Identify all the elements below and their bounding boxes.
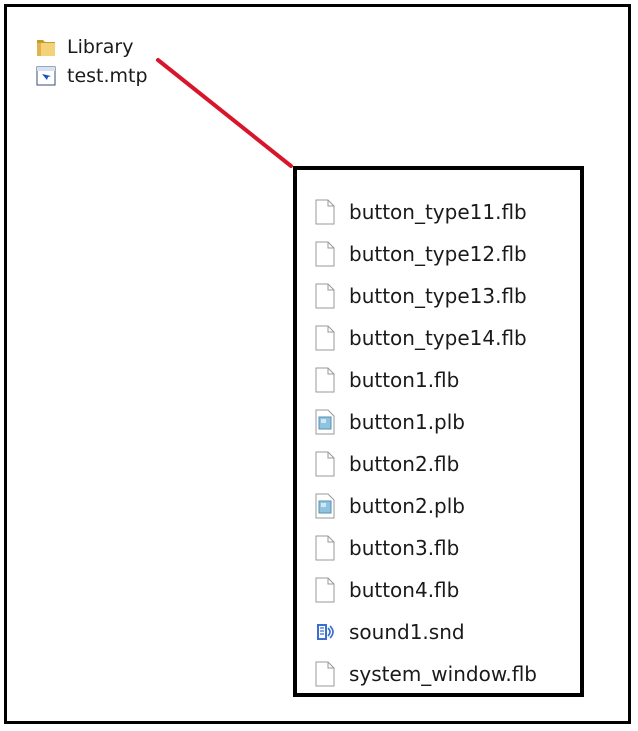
file-item[interactable]: button2.plb bbox=[315, 487, 465, 525]
file-label: button3.flb bbox=[349, 536, 460, 560]
file-label: button_type12.flb bbox=[349, 242, 527, 266]
image-file-icon bbox=[315, 409, 335, 435]
file-label: button4.flb bbox=[349, 578, 460, 602]
blank-file-icon bbox=[315, 283, 335, 309]
file-label: button1.flb bbox=[349, 368, 460, 392]
file-label: button2.plb bbox=[349, 494, 465, 518]
file-item[interactable]: system_window.flb bbox=[315, 655, 537, 693]
sound-file-icon bbox=[317, 624, 334, 640]
blank-file-icon bbox=[315, 451, 335, 477]
file-label: button_type14.flb bbox=[349, 326, 527, 350]
blank-file-icon bbox=[315, 367, 335, 393]
file-item[interactable]: button1.plb bbox=[315, 403, 465, 441]
file-item[interactable]: button_type11.flb bbox=[315, 193, 527, 231]
file-label: sound1.snd bbox=[349, 620, 465, 644]
file-item[interactable]: button_type13.flb bbox=[315, 277, 527, 315]
file-item[interactable]: button_type14.flb bbox=[315, 319, 527, 357]
file-item[interactable]: button_type12.flb bbox=[315, 235, 527, 273]
blank-file-icon bbox=[315, 577, 335, 603]
blank-file-icon bbox=[315, 325, 335, 351]
blank-file-icon bbox=[315, 241, 335, 267]
blank-file-icon bbox=[315, 535, 335, 561]
file-label: system_window.flb bbox=[349, 662, 537, 686]
file-label: button2.flb bbox=[349, 452, 460, 476]
library-contents-callout: button_type11.flb button_type12.flb butt… bbox=[293, 166, 584, 697]
image-file-icon bbox=[315, 493, 335, 519]
file-item[interactable]: button4.flb bbox=[315, 571, 459, 609]
file-item[interactable]: button3.flb bbox=[315, 529, 459, 567]
blank-file-icon bbox=[315, 661, 335, 687]
blank-file-icon bbox=[315, 199, 335, 225]
file-label: button1.plb bbox=[349, 410, 465, 434]
file-item[interactable]: button2.flb bbox=[315, 445, 459, 483]
file-item[interactable]: button1.flb bbox=[315, 361, 459, 399]
file-label: button_type13.flb bbox=[349, 284, 527, 308]
file-item[interactable]: sound1.snd bbox=[315, 613, 465, 651]
file-label: button_type11.flb bbox=[349, 200, 527, 224]
